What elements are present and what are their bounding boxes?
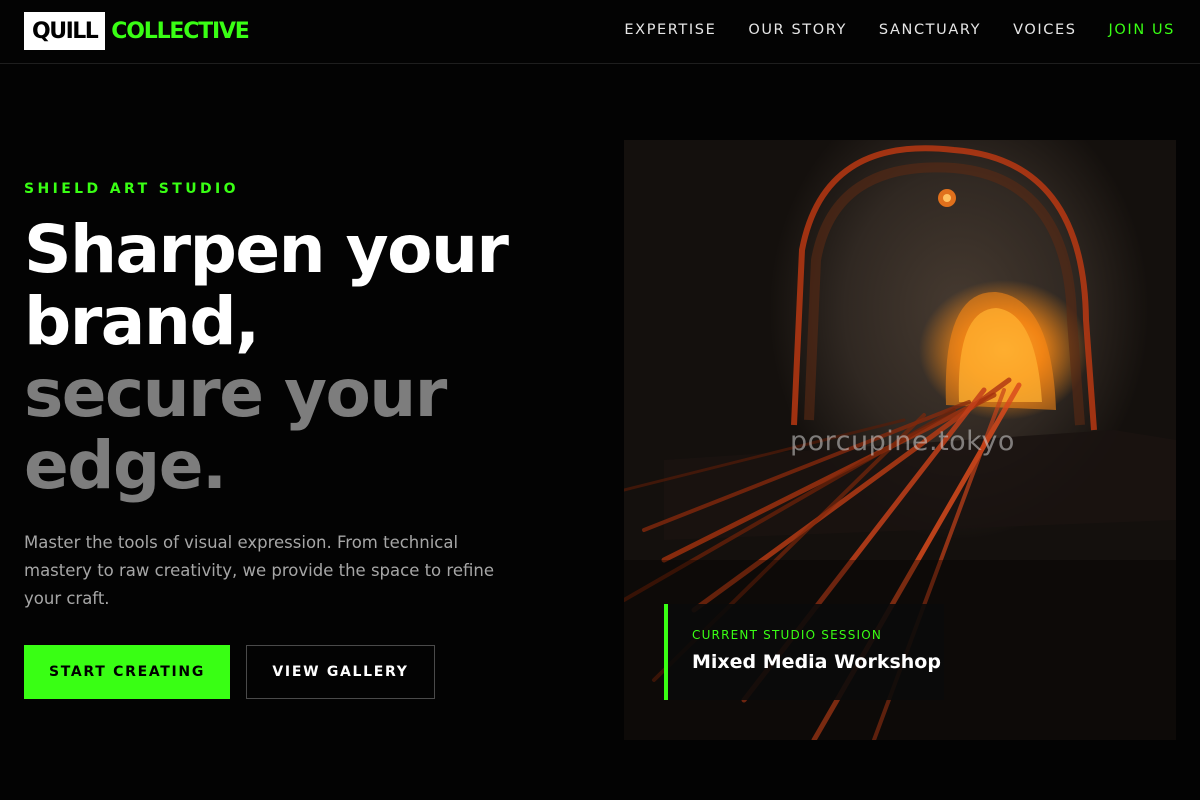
logo-box: QUILL <box>24 12 106 50</box>
site-header: QUILL COLLECTIVE EXPERTISE OUR STORY SAN… <box>0 0 1200 64</box>
main-nav: EXPERTISE OUR STORY SANCTUARY VOICES JOI… <box>624 20 1175 40</box>
session-title: Mixed Media Workshop <box>692 651 941 673</box>
watermark-text: porcupine.tokyo <box>790 426 1015 457</box>
headline-line-4: edge. <box>24 427 227 504</box>
hero-description: Master the tools of visual expression. F… <box>24 533 494 608</box>
nav-sanctuary[interactable]: SANCTUARY <box>879 20 981 40</box>
nav-our-story[interactable]: OUR STORY <box>748 20 847 40</box>
view-gallery-button[interactable]: VIEW GALLERY <box>246 645 435 699</box>
nav-voices[interactable]: VOICES <box>1013 20 1076 40</box>
headline-line-3: secure your <box>24 355 447 432</box>
session-card[interactable]: CURRENT STUDIO SESSION Mixed Media Works… <box>664 604 944 700</box>
nav-expertise[interactable]: EXPERTISE <box>624 20 716 40</box>
session-label: CURRENT STUDIO SESSION <box>692 628 883 642</box>
logo-word: COLLECTIVE <box>111 18 250 44</box>
hero-headline: Sharpen your brand, secure your edge. <box>24 211 509 504</box>
hero-image: porcupine.tokyo CURRENT STUDIO SESSION M… <box>624 140 1176 740</box>
nav-join-us[interactable]: JOIN US <box>1109 20 1175 40</box>
logo[interactable]: QUILL COLLECTIVE <box>24 12 250 50</box>
headline-line-2: brand, <box>24 283 260 360</box>
headline-line-1: Sharpen your <box>24 211 509 288</box>
hero-eyebrow: SHIELD ART STUDIO <box>24 181 239 197</box>
start-creating-button[interactable]: START CREATING <box>24 645 230 699</box>
